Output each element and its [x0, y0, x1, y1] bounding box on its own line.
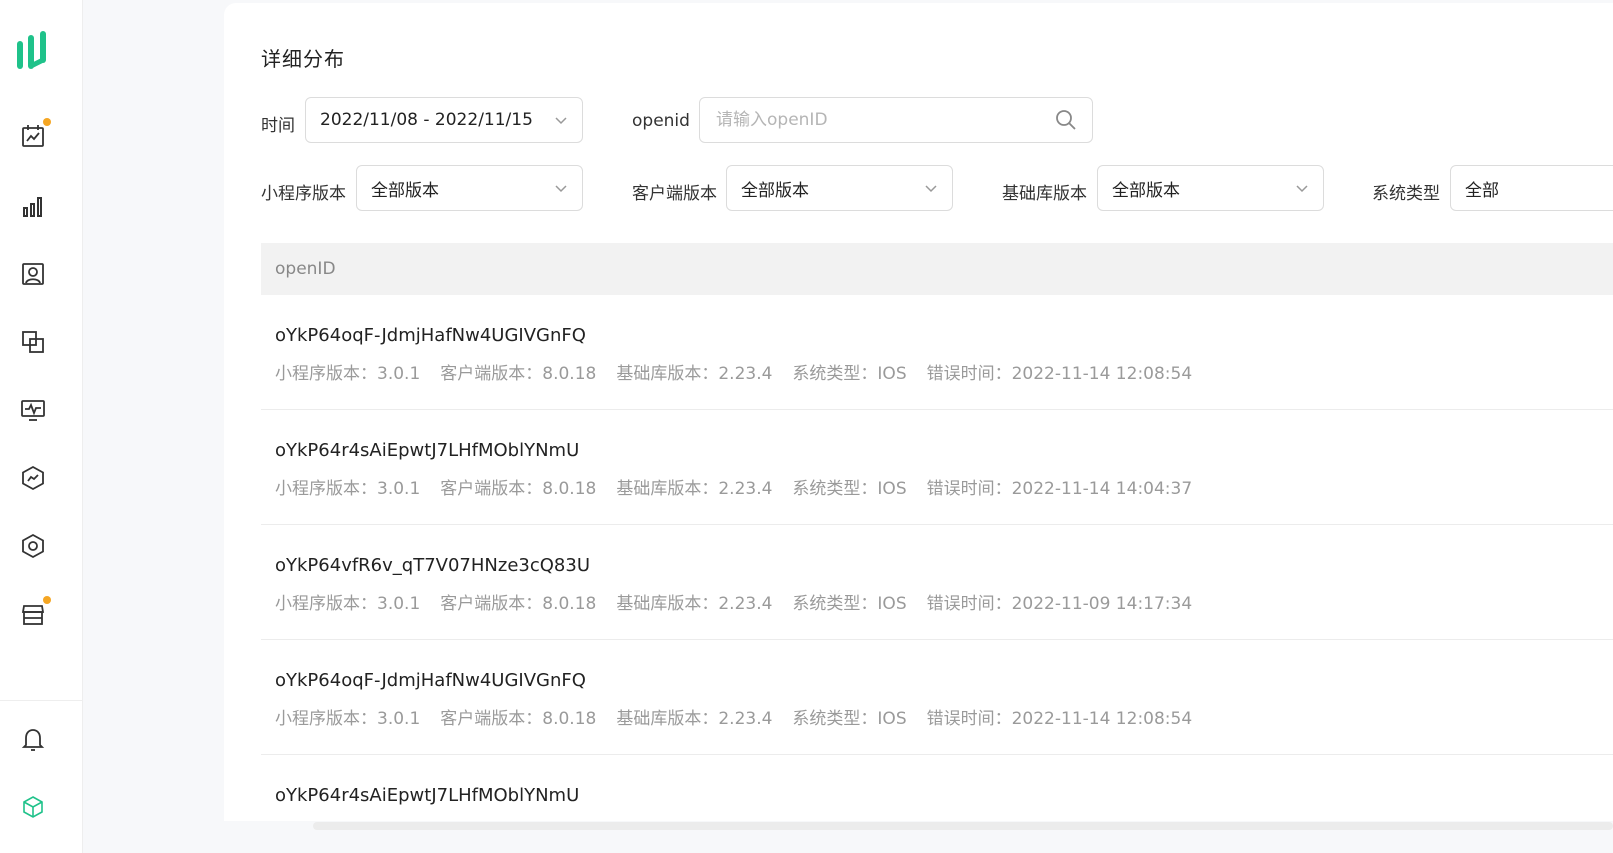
mini-version-select[interactable]: 全部版本 — [356, 165, 583, 211]
row-meta: 小程序版本：3.0.1 客户端版本：8.0.18 基础库版本：2.23.4 系统类型：… — [275, 474, 1212, 499]
sidebar-divider — [0, 700, 82, 701]
date-range-value: 2022/11/08 - 2022/11/15 — [320, 110, 533, 130]
bell-icon[interactable] — [19, 725, 47, 753]
notification-dot — [43, 118, 51, 126]
row-client-version: 客户端版本：8.0.18 — [440, 709, 597, 729]
mini-version-label: 小程序版本 — [261, 184, 346, 204]
openid-search-input[interactable] — [714, 109, 1054, 131]
row-meta: 小程序版本：3.0.1 客户端版本：8.0.18 基础库版本：2.23.4 系统类型：… — [275, 359, 1212, 384]
row-client-version: 客户端版本：8.0.18 — [440, 594, 597, 614]
row-mini-version: 小程序版本：3.0.1 — [275, 479, 421, 499]
copy-squares-icon[interactable] — [19, 328, 47, 356]
page-title: 详细分布 — [261, 47, 345, 71]
calendar-chart-icon[interactable] — [19, 118, 51, 150]
row-mini-version: 小程序版本：3.0.1 — [275, 594, 421, 614]
client-version-label: 客户端版本 — [632, 184, 717, 204]
row-error-time: 错误时间：2022-11-14 12:08:54 — [926, 364, 1193, 384]
openid-search-box[interactable] — [699, 97, 1093, 143]
main-panel: 详细分布 时间 2022/11/08 - 2022/11/15 openid 小… — [224, 3, 1613, 821]
row-mini-version: 小程序版本：3.0.1 — [275, 709, 421, 729]
monitor-pulse-icon[interactable] — [19, 396, 47, 424]
bar-chart-icon[interactable] — [19, 192, 47, 220]
row-os-type: 系统类型：IOS — [792, 594, 907, 614]
table-header: openID — [261, 243, 1613, 295]
row-openid: oYkP64oqF-JdmjHafNw4UGIVGnFQ — [275, 325, 586, 346]
cube-icon[interactable] — [19, 793, 47, 821]
row-os-type: 系统类型：IOS — [792, 364, 907, 384]
mini-version-value: 全部版本 — [371, 180, 439, 201]
table-row[interactable]: oYkP64r4sAiEpwtJ7LHfMOblYNmU 小程序版本：3.0.1… — [261, 410, 1613, 525]
chevron-down-icon — [555, 185, 567, 193]
row-openid: oYkP64vfR6v_qT7V07HNze3cQ83U — [275, 555, 590, 576]
row-error-time: 错误时间：2022-11-14 14:04:37 — [926, 479, 1193, 499]
chevron-down-icon — [925, 185, 937, 193]
row-error-time: 错误时间：2022-11-09 14:17:34 — [926, 594, 1193, 614]
column-header-openid: openID — [275, 259, 336, 279]
base-version-select[interactable]: 全部版本 — [1097, 165, 1324, 211]
row-base-version: 基础库版本：2.23.4 — [616, 479, 773, 499]
row-error-time: 错误时间：2022-11-14 12:08:54 — [926, 709, 1193, 729]
hexagon-trend-icon[interactable] — [19, 464, 47, 492]
hexagon-settings-icon[interactable] — [19, 532, 47, 560]
row-base-version: 基础库版本：2.23.4 — [616, 364, 773, 384]
notification-dot — [43, 596, 51, 604]
base-version-label: 基础库版本 — [1002, 184, 1087, 204]
base-version-value: 全部版本 — [1112, 180, 1180, 201]
openid-label: openid — [632, 111, 690, 131]
table-row[interactable]: oYkP64oqF-JdmjHafNw4UGIVGnFQ 小程序版本：3.0.1… — [261, 640, 1613, 755]
row-meta: 小程序版本：3.0.1 客户端版本：8.0.18 基础库版本：2.23.4 系统类型：… — [275, 589, 1212, 614]
sidebar — [0, 0, 83, 853]
row-client-version: 客户端版本：8.0.18 — [440, 364, 597, 384]
table-row[interactable]: oYkP64oqF-JdmjHafNw4UGIVGnFQ 小程序版本：3.0.1… — [261, 295, 1613, 410]
chevron-down-icon — [555, 117, 567, 125]
row-meta: 小程序版本：3.0.1 客户端版本：8.0.18 基础库版本：2.23.4 系统类型：… — [275, 704, 1212, 729]
store-icon[interactable] — [19, 596, 51, 628]
row-openid: oYkP64r4sAiEpwtJ7LHfMOblYNmU — [275, 440, 580, 461]
user-card-icon[interactable] — [19, 260, 47, 288]
os-type-value: 全部 — [1465, 180, 1499, 201]
horizontal-scrollbar[interactable] — [313, 822, 1613, 830]
date-range-picker[interactable]: 2022/11/08 - 2022/11/15 — [305, 97, 583, 143]
table-row[interactable]: oYkP64vfR6v_qT7V07HNze3cQ83U 小程序版本：3.0.1… — [261, 525, 1613, 640]
client-version-select[interactable]: 全部版本 — [726, 165, 953, 211]
row-openid: oYkP64oqF-JdmjHafNw4UGIVGnFQ — [275, 670, 586, 691]
row-os-type: 系统类型：IOS — [792, 479, 907, 499]
os-type-label: 系统类型 — [1372, 184, 1440, 204]
row-os-type: 系统类型：IOS — [792, 709, 907, 729]
chevron-down-icon — [1296, 185, 1308, 193]
table-row[interactable]: oYkP64r4sAiEpwtJ7LHfMOblYNmU — [261, 755, 1613, 821]
app-logo[interactable] — [16, 30, 52, 70]
client-version-value: 全部版本 — [741, 180, 809, 201]
row-base-version: 基础库版本：2.23.4 — [616, 709, 773, 729]
row-mini-version: 小程序版本：3.0.1 — [275, 364, 421, 384]
row-client-version: 客户端版本：8.0.18 — [440, 479, 597, 499]
os-type-select[interactable]: 全部 — [1450, 165, 1613, 211]
time-label: 时间 — [261, 116, 295, 136]
row-openid: oYkP64r4sAiEpwtJ7LHfMOblYNmU — [275, 785, 580, 806]
search-icon[interactable] — [1054, 108, 1078, 132]
row-base-version: 基础库版本：2.23.4 — [616, 594, 773, 614]
